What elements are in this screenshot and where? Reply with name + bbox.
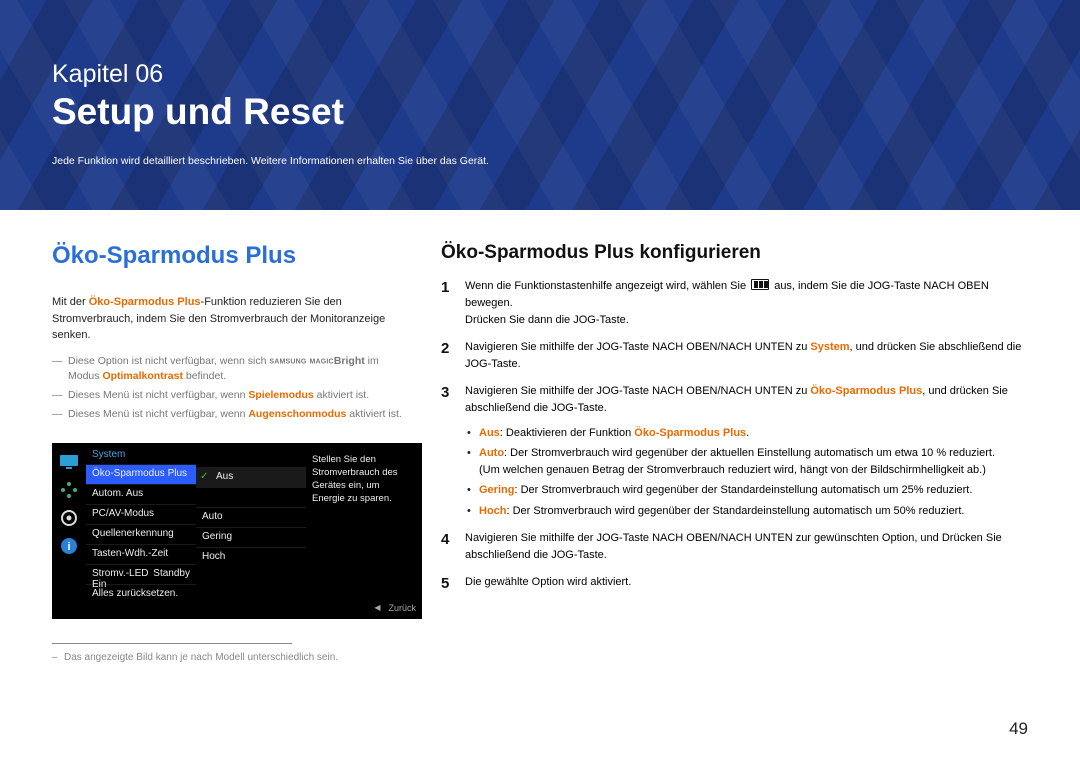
osd-menu-item-selected: Öko-Sparmodus Plus [86, 464, 196, 484]
step-item: Navigieren Sie mithilfe der JOG-Taste NA… [441, 339, 1028, 373]
osd-menu-item: Autom. Aus [86, 484, 196, 504]
osd-value-col: Aus Auto Gering Hoch [196, 443, 306, 619]
option-item: Hoch: Der Stromverbrauch wird gegenüber … [465, 503, 1028, 520]
note-item: Dieses Menü ist nicht verfügbar, wenn Sp… [52, 388, 407, 404]
step-item: Navigieren Sie mithilfe der JOG-Taste NA… [441, 530, 1028, 564]
osd-menu-item: Stromv.-LED EinStandby [86, 564, 196, 584]
osd-footer: ◀Zurück [374, 603, 416, 613]
osd-section-title: System [86, 449, 196, 464]
osd-screenshot: i System Öko-Sparmodus Plus Autom. Aus P… [52, 443, 407, 619]
intro-paragraph: Mit der Öko-Sparmodus Plus-Funktion redu… [52, 294, 407, 344]
monitor-icon [58, 451, 80, 473]
menu-bars-icon [751, 279, 769, 290]
osd-value-selected: Aus [196, 467, 306, 487]
step-item: Navigieren Sie mithilfe der JOG-Taste NA… [441, 383, 1028, 519]
info-icon: i [58, 535, 80, 557]
svg-text:i: i [67, 541, 70, 553]
chapter-subtitle: Jede Funktion wird detailliert beschrieb… [52, 155, 1028, 167]
chapter-header: Kapitel 06 Setup und Reset Jede Funktion… [0, 0, 1080, 210]
page-number: 49 [1009, 719, 1028, 739]
note-item: Diese Option ist nicht verfügbar, wenn s… [52, 354, 407, 386]
osd-menu-item: Tasten-Wdh.-Zeit [86, 544, 196, 564]
separator [52, 643, 292, 644]
section-heading: Öko-Sparmodus Plus [52, 242, 407, 270]
option-item: Auto: Der Stromverbrauch wird gegenüber … [465, 445, 1028, 479]
option-item: Aus: Deaktivieren der Funktion Öko-Sparm… [465, 425, 1028, 442]
options-list: Aus: Deaktivieren der Funktion Öko-Sparm… [465, 425, 1028, 519]
settings-dots-icon [58, 479, 80, 501]
note-item: Dieses Menü ist nicht verfügbar, wenn Au… [52, 407, 407, 423]
right-column: Öko-Sparmodus Plus konfigurieren Wenn di… [441, 242, 1028, 663]
notes-list: Diese Option ist nicht verfügbar, wenn s… [52, 354, 407, 423]
osd-sidebar: i [52, 443, 86, 619]
feature-name: Öko-Sparmodus Plus [89, 296, 201, 308]
osd-value: Gering [196, 527, 306, 547]
chapter-label: Kapitel 06 [52, 60, 1028, 89]
step-item: Wenn die Funktionstastenhilfe angezeigt … [441, 278, 1028, 329]
osd-menu-item: Quellenerkennung [86, 524, 196, 544]
left-column: Öko-Sparmodus Plus Mit der Öko-Sparmodus… [52, 242, 407, 663]
procedure-heading: Öko-Sparmodus Plus konfigurieren [441, 242, 1028, 264]
gear-icon [58, 507, 80, 529]
osd-menu-col: System Öko-Sparmodus Plus Autom. Aus PC/… [86, 443, 196, 619]
osd-description: Stellen Sie den Stromverbrauch des Gerät… [306, 443, 422, 619]
chapter-title: Setup und Reset [52, 91, 1028, 133]
osd-value: Hoch [196, 547, 306, 567]
footnote: Das angezeigte Bild kann je nach Modell … [52, 652, 407, 663]
back-arrow-icon: ◀ [374, 603, 380, 612]
option-item: Gering: Der Stromverbrauch wird gegenübe… [465, 482, 1028, 499]
osd-value: Auto [196, 507, 306, 527]
osd-value [196, 487, 306, 507]
step-item: Die gewählte Option wird aktiviert. [441, 574, 1028, 591]
steps-list: Wenn die Funktionstastenhilfe angezeigt … [441, 278, 1028, 591]
osd-menu-item: PC/AV-Modus [86, 504, 196, 524]
